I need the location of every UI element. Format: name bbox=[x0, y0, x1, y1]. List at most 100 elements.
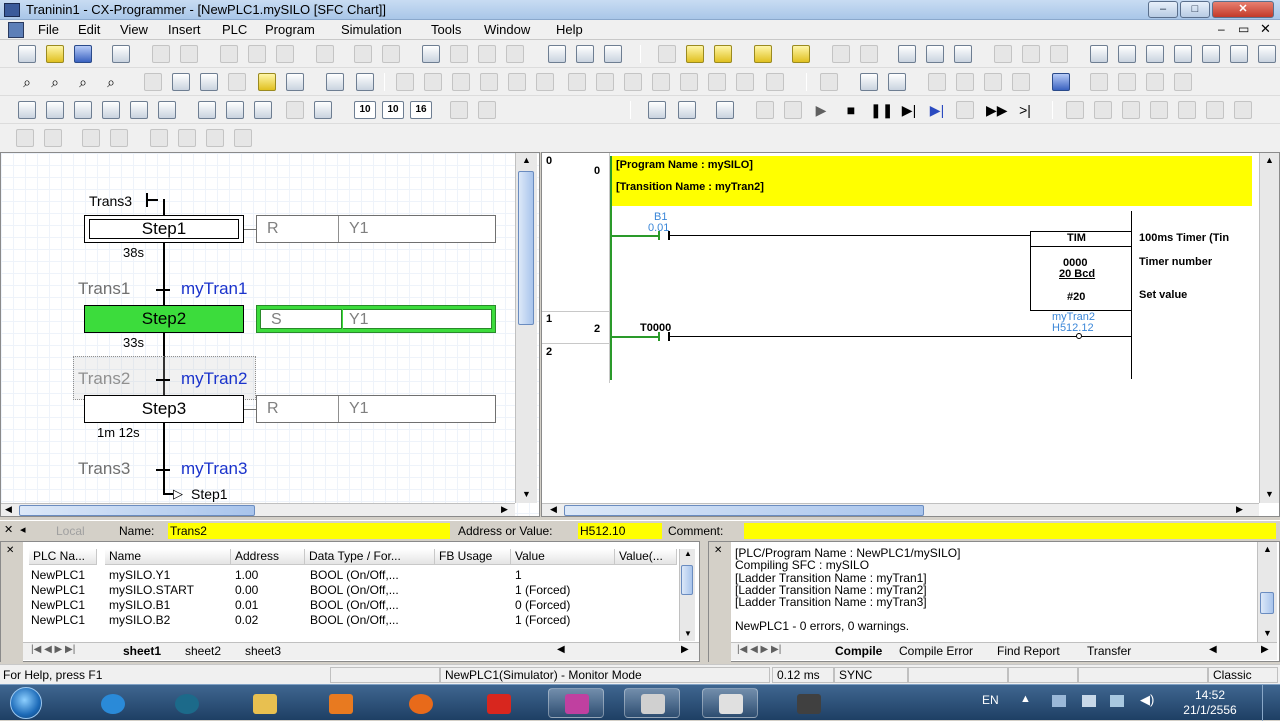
symbol-table-icon[interactable] bbox=[326, 73, 344, 91]
col-value[interactable]: Value bbox=[511, 549, 615, 565]
language-indicator[interactable]: EN bbox=[982, 693, 999, 707]
player-taskbar-button[interactable] bbox=[312, 688, 368, 718]
sfc-join-icon[interactable] bbox=[130, 101, 148, 119]
hand-icon[interactable] bbox=[450, 101, 468, 119]
output-scroll-thumb[interactable] bbox=[1260, 592, 1274, 614]
cell-name[interactable]: mySILO.B1 bbox=[109, 598, 170, 612]
ie-taskbar-button[interactable] bbox=[84, 688, 140, 718]
online-icon[interactable] bbox=[658, 45, 676, 63]
delete-line-icon[interactable] bbox=[766, 73, 784, 91]
scroll-right-icon[interactable]: ▶ bbox=[1261, 644, 1269, 655]
tab-nav-icon[interactable]: |◀ ◀ ▶ ▶| bbox=[737, 644, 781, 655]
sfc-select-icon[interactable] bbox=[18, 101, 36, 119]
doc-icon[interactable] bbox=[8, 22, 24, 38]
work-online-icon[interactable] bbox=[686, 45, 704, 63]
monitor-toggle-icon[interactable] bbox=[172, 73, 190, 91]
close-output-icon[interactable]: ✕ bbox=[714, 545, 722, 556]
tray-expand-icon[interactable]: ▲ bbox=[1020, 693, 1031, 705]
transfer-icon[interactable] bbox=[832, 45, 850, 63]
ladder-view-icon[interactable] bbox=[820, 73, 838, 91]
monitor-icon[interactable] bbox=[754, 45, 772, 63]
distribute-icon[interactable] bbox=[1234, 101, 1252, 119]
indent-icon[interactable] bbox=[16, 129, 34, 147]
menu-plc[interactable]: PLC bbox=[222, 22, 247, 37]
replace-icon[interactable] bbox=[450, 45, 468, 63]
continue-icon[interactable] bbox=[956, 101, 974, 119]
col-data-type[interactable]: Data Type / For... bbox=[305, 549, 435, 565]
align-center-icon[interactable] bbox=[1094, 101, 1112, 119]
new-line-icon[interactable] bbox=[736, 73, 754, 91]
ladder-hscroll-thumb[interactable] bbox=[564, 505, 924, 516]
maximize-button[interactable]: □ bbox=[1180, 1, 1210, 18]
redo-icon[interactable] bbox=[382, 45, 400, 63]
pin-bar-icon[interactable]: ◂ bbox=[20, 523, 26, 536]
name-field[interactable]: Trans2 bbox=[168, 523, 450, 539]
sfc-qualifier-icon[interactable] bbox=[226, 101, 244, 119]
task-icon[interactable] bbox=[1118, 73, 1136, 91]
list-2-icon[interactable] bbox=[110, 129, 128, 147]
scroll-up-icon[interactable]: ▲ bbox=[684, 549, 692, 558]
rung-annotation-icon[interactable] bbox=[228, 73, 246, 91]
cx-designer-taskbar-button[interactable] bbox=[548, 688, 604, 718]
cpu-unit-icon[interactable] bbox=[1174, 45, 1192, 63]
help-icon[interactable] bbox=[576, 45, 594, 63]
new-or-closed-icon[interactable] bbox=[508, 73, 526, 91]
sfc-step-icon[interactable] bbox=[46, 101, 64, 119]
step-run-icon[interactable]: ▶| bbox=[900, 101, 918, 119]
menu-program[interactable]: Program bbox=[265, 22, 315, 37]
close-bar-icon[interactable]: ✕ bbox=[4, 523, 13, 536]
col-plc-name[interactable]: PLC Na... bbox=[29, 549, 97, 565]
memory-view-icon[interactable] bbox=[1052, 73, 1070, 91]
tab-sheet2[interactable]: sheet2 bbox=[185, 644, 221, 658]
media-taskbar-button[interactable] bbox=[158, 688, 214, 718]
number-16-icon[interactable]: 16 bbox=[410, 101, 432, 119]
cut-icon[interactable] bbox=[220, 45, 238, 63]
scroll-left-icon[interactable]: ◀ bbox=[1209, 644, 1217, 655]
binoculars-icon[interactable] bbox=[422, 45, 440, 63]
pause-sim-icon[interactable]: ❚❚ bbox=[870, 101, 893, 119]
explorer-taskbar-button[interactable] bbox=[236, 688, 292, 718]
undo-icon[interactable] bbox=[354, 45, 372, 63]
tab-compile-error[interactable]: Compile Error bbox=[899, 644, 973, 658]
output-coil[interactable] bbox=[1076, 333, 1082, 339]
align-right-icon[interactable] bbox=[1122, 101, 1140, 119]
watch-vscrollbar[interactable]: ▲ ▼ bbox=[679, 549, 695, 641]
section-icon[interactable] bbox=[1090, 73, 1108, 91]
cx-programmer-taskbar-button[interactable] bbox=[624, 688, 680, 718]
sfc-hscrollbar[interactable]: ◀ ▶ bbox=[1, 503, 515, 516]
menu-view[interactable]: View bbox=[120, 22, 148, 37]
mnemonic-icon[interactable] bbox=[956, 73, 974, 91]
zoom-out-icon[interactable]: ⌕ bbox=[74, 73, 92, 91]
new-horizontal-icon[interactable] bbox=[568, 73, 586, 91]
firefox-taskbar-button[interactable] bbox=[392, 688, 448, 718]
scroll-right-icon[interactable]: ▶ bbox=[681, 644, 689, 655]
zoom-in-icon[interactable]: ⌕ bbox=[46, 73, 64, 91]
tool-taskbar-button[interactable] bbox=[780, 688, 836, 718]
run-icon[interactable]: ▶ bbox=[812, 101, 830, 119]
step-run-blue-icon[interactable]: ▶| bbox=[928, 101, 946, 119]
output-vscrollbar[interactable]: ▲ ▼ bbox=[1257, 542, 1277, 642]
start-button[interactable] bbox=[10, 687, 42, 719]
new-closed-coil-icon[interactable] bbox=[624, 73, 642, 91]
new-vertical-icon[interactable] bbox=[536, 73, 554, 91]
save-icon[interactable] bbox=[74, 45, 92, 63]
address-field[interactable]: H512.10 bbox=[578, 523, 662, 539]
trans1-label[interactable]: Trans1 bbox=[78, 279, 130, 299]
expansion-icon[interactable] bbox=[1258, 45, 1276, 63]
scroll-down-icon[interactable]: ▼ bbox=[522, 489, 531, 499]
sfc-vscrollbar[interactable]: ▲ ▼ bbox=[515, 153, 537, 503]
scroll-left-icon[interactable]: ◀ bbox=[550, 504, 557, 515]
upload-icon[interactable] bbox=[1022, 45, 1040, 63]
force-icon[interactable] bbox=[792, 45, 810, 63]
volume-icon[interactable]: ◀) bbox=[1140, 692, 1154, 708]
scroll-left-icon[interactable]: ◀ bbox=[557, 644, 565, 655]
new-contact-icon[interactable] bbox=[424, 73, 442, 91]
align-middle-icon[interactable] bbox=[1178, 101, 1196, 119]
scroll-down-icon[interactable]: ▼ bbox=[1263, 628, 1272, 638]
mdi-close-icon[interactable]: ✕ bbox=[1260, 21, 1271, 37]
menu-help[interactable]: Help bbox=[556, 22, 583, 37]
trans3-label[interactable]: Trans3 bbox=[78, 459, 130, 479]
compare-icon[interactable] bbox=[994, 45, 1012, 63]
mdi-restore-icon[interactable]: ▭ bbox=[1238, 22, 1249, 36]
step1-action[interactable]: R Y1 bbox=[256, 215, 496, 243]
